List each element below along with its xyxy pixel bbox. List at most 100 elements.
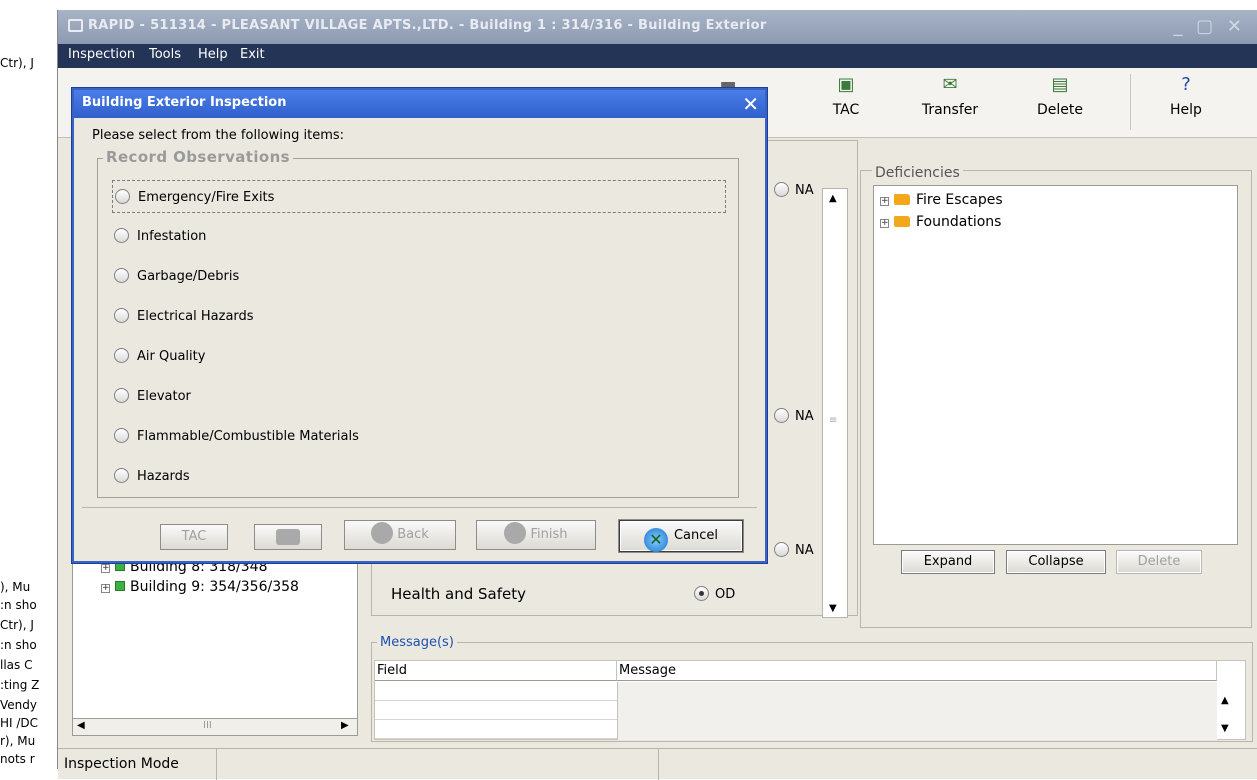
delete-button[interactable]: ▤ Delete — [1020, 74, 1100, 130]
radio-icon[interactable] — [774, 408, 789, 423]
od-option-health-safety[interactable]: OD — [694, 586, 735, 602]
background-text: llas C — [0, 658, 33, 672]
check-icon — [504, 522, 527, 544]
radio-icon[interactable] — [774, 542, 789, 557]
messages-legend: Message(s) — [377, 635, 457, 650]
health-and-safety-label: Health and Safety — [391, 585, 526, 603]
radio-icon[interactable] — [114, 348, 129, 363]
scroll-up-icon[interactable]: ▲ — [829, 193, 837, 204]
cancel-x-icon: ✕ — [643, 528, 668, 552]
background-text: nots r — [0, 752, 35, 766]
help-button[interactable]: ? Help — [1146, 74, 1226, 130]
dialog-tac-button[interactable]: TAC — [160, 524, 228, 550]
na-option[interactable]: NA — [774, 542, 814, 558]
items-vertical-scrollbar[interactable]: ▲ ≡ ▼ — [822, 188, 848, 618]
background-text: ), Mu — [0, 580, 31, 594]
dialog-title-bar[interactable]: Building Exterior Inspection ✕ — [74, 90, 765, 118]
dialog-divider — [82, 507, 757, 508]
menu-bar: Inspection Tools Help Exit — [58, 44, 1257, 68]
na-option[interactable]: NA — [774, 182, 814, 198]
camera-icon — [276, 529, 300, 545]
radio-icon[interactable] — [114, 428, 129, 443]
dialog-title: Building Exterior Inspection — [82, 95, 287, 110]
scroll-up-icon[interactable]: ▲ — [1221, 695, 1229, 706]
observation-hazards[interactable]: Hazards — [112, 460, 726, 493]
radio-icon[interactable] — [114, 268, 129, 283]
radio-icon[interactable] — [774, 182, 789, 197]
delete-deficiency-button[interactable]: Delete — [1116, 550, 1202, 574]
observation-elevator[interactable]: Elevator — [112, 380, 726, 413]
expand-icon[interactable]: + — [101, 584, 110, 593]
window-controls[interactable]: _ ▢ ✕ — [1173, 16, 1246, 37]
column-header-field[interactable]: Field — [375, 661, 617, 681]
main-window: RAPID - 511314 - PLEASANT VILLAGE APTS.,… — [57, 10, 1257, 780]
window-icon — [68, 19, 83, 32]
building-exterior-inspection-dialog: Building Exterior Inspection ✕ Please se… — [72, 88, 767, 563]
transfer-button[interactable]: ✉ Transfer — [910, 74, 990, 130]
record-observations-legend: Record Observations — [103, 148, 293, 166]
radio-icon[interactable] — [694, 586, 709, 601]
message-cells — [617, 682, 1217, 740]
help-icon: ? — [1181, 74, 1191, 95]
deficiencies-tree[interactable]: + Fire Escapes + Foundations — [873, 185, 1238, 545]
tree-item-building-9[interactable]: + Building 9: 354/356/358 — [101, 579, 299, 595]
status-bar: Inspection Mode — [58, 748, 1257, 780]
folder-icon — [894, 216, 910, 227]
background-text: r), Mu — [0, 734, 36, 748]
collapse-button[interactable]: Collapse — [1006, 550, 1106, 574]
trash-icon: ▤ — [1051, 74, 1069, 95]
scroll-left-icon[interactable]: ◀ — [77, 720, 85, 731]
na-option[interactable]: NA — [774, 408, 814, 424]
expand-icon[interactable]: + — [880, 219, 889, 228]
expand-icon[interactable]: + — [880, 197, 889, 206]
background-text: Vendy — [0, 698, 37, 712]
close-icon[interactable]: ✕ — [742, 92, 759, 116]
status-divider — [658, 749, 659, 780]
building-icon — [115, 581, 125, 591]
observation-garbage-debris[interactable]: Garbage/Debris — [112, 260, 726, 293]
expand-icon[interactable]: + — [101, 564, 110, 573]
observation-emergency-fire-exits[interactable]: Emergency/Fire Exits — [112, 180, 726, 213]
scroll-right-icon[interactable]: ▶ — [341, 720, 349, 731]
radio-icon[interactable] — [114, 308, 129, 323]
dialog-back-button[interactable]: Back — [344, 520, 456, 550]
scroll-down-icon[interactable]: ▼ — [1221, 723, 1229, 734]
observation-air-quality[interactable]: Air Quality — [112, 340, 726, 373]
tac-button[interactable]: ▣ TAC — [806, 74, 886, 130]
observation-flammable-materials[interactable]: Flammable/Combustible Materials — [112, 420, 726, 453]
menu-inspection[interactable]: Inspection — [68, 47, 135, 62]
expand-button[interactable]: Expand — [901, 550, 995, 574]
radio-icon[interactable] — [115, 189, 130, 204]
deficiency-item[interactable]: + Foundations — [880, 214, 1001, 230]
menu-exit[interactable]: Exit — [240, 47, 265, 62]
title-bar[interactable]: RAPID - 511314 - PLEASANT VILLAGE APTS.,… — [58, 10, 1257, 44]
menu-tools[interactable]: Tools — [149, 47, 181, 62]
column-header-message[interactable]: Message — [617, 661, 1217, 681]
tree-horizontal-scrollbar[interactable]: ◀ III ▶ — [72, 718, 358, 736]
messages-table[interactable]: Field Message ▲ ▼ — [374, 660, 1246, 740]
deficiency-item[interactable]: + Fire Escapes — [880, 192, 1003, 208]
dialog-cancel-button[interactable]: ✕ Cancel — [619, 520, 743, 552]
radio-icon[interactable] — [114, 388, 129, 403]
dialog-finish-button[interactable]: Finish — [476, 520, 596, 550]
background-text: Ctr), J — [0, 618, 34, 632]
deficiencies-legend: Deficiencies — [872, 165, 963, 181]
tac-icon: ▣ — [837, 74, 855, 95]
background-text: HI /DC — [0, 716, 39, 730]
transfer-icon: ✉ — [942, 74, 958, 95]
scroll-down-icon[interactable]: ▼ — [829, 603, 837, 614]
background-window: Ctr), J ), Mu :n sho Ctr), J :n sho llas… — [0, 0, 62, 769]
status-divider — [216, 749, 217, 780]
toolbar-divider — [1130, 74, 1131, 130]
radio-icon[interactable] — [114, 228, 129, 243]
scroll-thumb[interactable]: ≡ — [829, 415, 837, 426]
radio-icon[interactable] — [114, 468, 129, 483]
menu-help[interactable]: Help — [198, 47, 228, 62]
observation-electrical-hazards[interactable]: Electrical Hazards — [112, 300, 726, 333]
back-arrow-icon — [371, 522, 394, 544]
background-text: Ctr), J — [0, 56, 34, 70]
observation-infestation[interactable]: Infestation — [112, 220, 726, 253]
scroll-thumb[interactable]: III — [203, 720, 212, 731]
dialog-camera-button[interactable] — [254, 524, 322, 550]
building-tree[interactable]: + Building 8: 318/348 + Building 9: 354/35… — [72, 550, 358, 728]
